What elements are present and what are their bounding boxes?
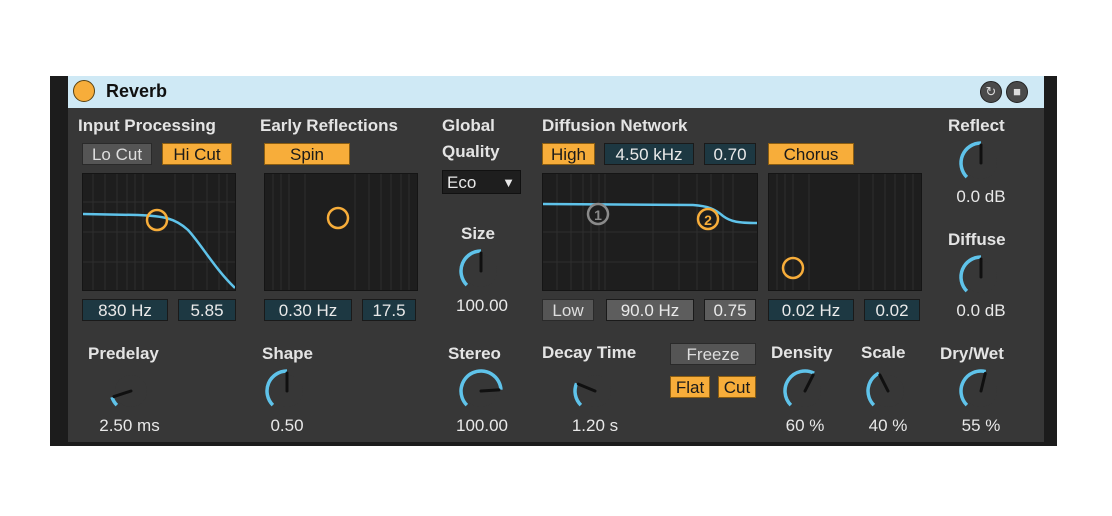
reflect-knob[interactable] xyxy=(956,138,1006,188)
early-reflections-label: Early Reflections xyxy=(260,116,398,135)
device-title: Reverb xyxy=(106,81,168,101)
high-freq-field[interactable]: 4.50 kHz xyxy=(604,143,694,165)
chevron-down-icon: ▼ xyxy=(502,175,515,190)
decay-time-knob[interactable] xyxy=(570,366,620,416)
scale-knob[interactable] xyxy=(863,366,913,416)
device-title-bar[interactable]: Reverb ↻ ■ xyxy=(68,76,1044,108)
reflect-value: 0.0 dB xyxy=(956,187,1006,206)
scale-value: 40 % xyxy=(868,416,908,435)
knob-graphic xyxy=(459,249,497,287)
dry-wet-value: 55 % xyxy=(961,416,1001,435)
spin-display[interactable] xyxy=(264,173,418,291)
quality-label: Quality xyxy=(442,142,500,161)
global-label: Global xyxy=(442,116,495,135)
size-knob[interactable] xyxy=(456,246,506,296)
scale-label: Scale xyxy=(861,343,906,362)
input-freq-field[interactable]: 830 Hz xyxy=(82,299,168,321)
knob-graphic xyxy=(866,371,904,407)
chorus-display[interactable] xyxy=(768,173,922,291)
knob-graphic xyxy=(959,369,997,407)
marker-1-text: 1 xyxy=(594,207,602,223)
high-button[interactable]: High xyxy=(542,143,595,165)
shape-value: 0.50 xyxy=(270,416,304,435)
predelay-knob[interactable] xyxy=(106,366,156,416)
diffusion-filter-display[interactable]: 1 2 xyxy=(542,173,758,291)
diffuse-knob[interactable] xyxy=(956,252,1006,302)
flat-button[interactable]: Flat xyxy=(670,376,710,398)
knob-graphic xyxy=(959,141,997,179)
diffusion-network-label: Diffusion Network xyxy=(542,116,688,135)
spin-rate-field[interactable]: 0.30 Hz xyxy=(264,299,352,321)
knob-graphic xyxy=(959,255,997,293)
spin-handle[interactable] xyxy=(326,206,350,230)
hotswap-icon[interactable]: ↻ xyxy=(980,81,1002,103)
knob-graphic xyxy=(783,369,821,407)
high-q-field[interactable]: 0.70 xyxy=(704,143,756,165)
shape-knob[interactable] xyxy=(262,366,312,416)
density-knob[interactable] xyxy=(780,366,830,416)
stereo-knob[interactable] xyxy=(456,366,506,416)
knob-value-arc xyxy=(110,396,119,407)
low-freq-field[interactable]: 90.0 Hz xyxy=(606,299,694,321)
input-q-field[interactable]: 5.85 xyxy=(178,299,236,321)
hi-cut-button[interactable]: Hi Cut xyxy=(162,143,232,165)
filter-handle[interactable] xyxy=(145,208,169,232)
decay-time-value: 1.20 s xyxy=(571,416,619,435)
device-power-button[interactable] xyxy=(73,80,95,102)
size-label: Size xyxy=(461,224,496,243)
spin-button[interactable]: Spin xyxy=(264,143,350,165)
low-button[interactable]: Low xyxy=(542,299,594,321)
size-value: 100.00 xyxy=(456,296,508,315)
predelay-value: 2.50 ms xyxy=(99,416,160,435)
save-preset-icon[interactable]: ■ xyxy=(1006,81,1028,103)
density-value: 60 % xyxy=(785,416,825,435)
knob-graphic xyxy=(573,375,611,407)
reverb-device: Reverb ↻ ■ Input Processing Lo Cut Hi Cu… xyxy=(50,76,1057,446)
input-processing-label: Input Processing xyxy=(78,116,216,135)
diffuse-value: 0.0 dB xyxy=(956,301,1006,320)
quality-value: Eco xyxy=(447,173,477,192)
freeze-button[interactable]: Freeze xyxy=(670,343,756,365)
reflect-label: Reflect xyxy=(948,116,1005,135)
device-panel: Reverb ↻ ■ Input Processing Lo Cut Hi Cu… xyxy=(68,76,1044,442)
quality-dropdown[interactable]: Eco ▼ xyxy=(442,170,521,194)
knob-needle xyxy=(479,388,501,393)
density-label: Density xyxy=(771,343,833,362)
stereo-label: Stereo xyxy=(448,344,501,363)
shape-label: Shape xyxy=(262,344,314,363)
dry-wet-knob[interactable] xyxy=(956,366,1006,416)
knob-graphic xyxy=(110,375,147,407)
decay-time-label: Decay Time xyxy=(542,343,637,362)
diffuse-label: Diffuse xyxy=(948,230,1006,249)
spin-amount-field[interactable]: 17.5 xyxy=(362,299,416,321)
chorus-button[interactable]: Chorus xyxy=(768,143,854,165)
chorus-amount-field[interactable]: 0.02 xyxy=(864,299,920,321)
knob-graphic xyxy=(459,369,503,407)
input-filter-display[interactable] xyxy=(82,173,236,291)
knob-graphic xyxy=(265,369,303,407)
lo-cut-button[interactable]: Lo Cut xyxy=(82,143,152,165)
chorus-rate-field[interactable]: 0.02 Hz xyxy=(768,299,854,321)
cut-button[interactable]: Cut xyxy=(718,376,756,398)
stereo-value: 100.00 xyxy=(456,416,508,435)
low-q-field[interactable]: 0.75 xyxy=(704,299,756,321)
marker-2-text: 2 xyxy=(704,212,712,228)
predelay-label: Predelay xyxy=(88,344,159,363)
dry-wet-label: Dry/Wet xyxy=(940,344,1004,363)
